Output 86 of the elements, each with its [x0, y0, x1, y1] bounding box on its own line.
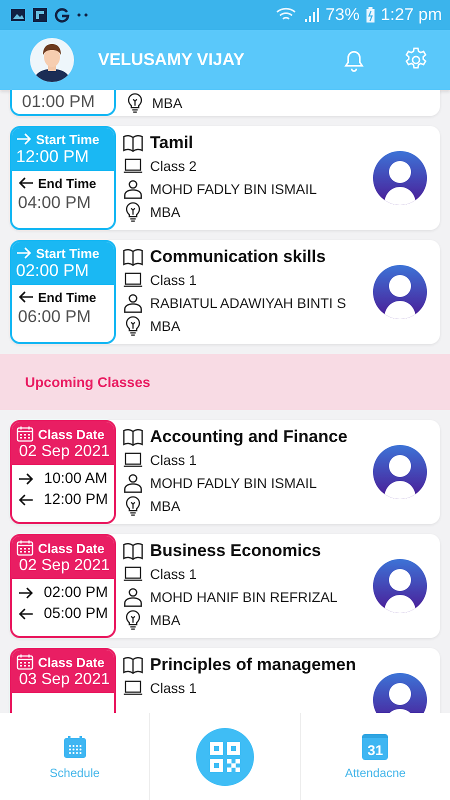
teacher-name: MOHD HANIF BIN REFRIZAL [150, 589, 338, 605]
class-name: Class 1 [150, 680, 197, 696]
flipboard-icon [32, 7, 48, 23]
calendar-icon [62, 734, 88, 760]
avatar-icon [372, 264, 428, 320]
avatar-icon [372, 150, 428, 206]
subject-title: Tamil [150, 133, 194, 153]
start-time: 12:00 PM [16, 147, 90, 167]
book-icon [122, 246, 144, 268]
section-title: Upcoming Classes [25, 374, 150, 390]
left-arrow-icon [18, 492, 34, 508]
start-time-label: Start Time [36, 246, 100, 260]
more-icon [76, 12, 90, 18]
program-name: MBA [150, 318, 180, 334]
person-icon [122, 292, 144, 314]
gallery-icon [10, 7, 26, 23]
program-name: MBA [150, 204, 180, 220]
program-name: MBA [150, 498, 180, 514]
class-card[interactable]: Start Time 02:00 PM End Time 06:00 PM Communication skills Class 1 RABIATUL ADAWIYAH BINTI S MBA [10, 240, 440, 344]
google-icon [54, 7, 70, 23]
class-card[interactable]: Class Date 02 Sep 2021 10:00 AM 12:00 PM Accounting and Finance Class 1 MOHD FADLY BIN ISMAIL MBA [10, 420, 440, 524]
end-time: 01:00 PM [22, 92, 96, 112]
class-date: 02 Sep 2021 [18, 557, 110, 575]
end-time: 12:00 PM [44, 491, 108, 508]
right-arrow-icon [18, 584, 34, 600]
class-name: Class 2 [150, 158, 197, 174]
class-card[interactable]: Class Date 02 Sep 2021 02:00 PM 05:00 PM Business Economics Class 1 MOHD HANIF BIN REFRIZAL MBA [10, 534, 440, 638]
class-card[interactable]: Class Date 03 Sep 2021 Principles of managemen Class 1 [10, 648, 440, 713]
right-arrow-icon [18, 470, 34, 486]
laptop-icon [122, 564, 144, 584]
person-icon [122, 586, 144, 608]
program-name: MBA [150, 612, 180, 628]
teacher-name: RABIATUL ADAWIYAH BINTI S [150, 295, 346, 311]
book-icon [122, 426, 144, 448]
class-name: Class 1 [150, 272, 197, 288]
avatar-icon [372, 444, 428, 500]
laptop-icon [122, 678, 144, 698]
start-time: 02:00 PM [16, 261, 90, 281]
class-name: Class 1 [150, 566, 197, 582]
subject-title: Principles of managemen [150, 655, 356, 675]
teacher-name: MOHD FADLY BIN ISMAIL [150, 475, 317, 491]
class-date: 03 Sep 2021 [18, 671, 110, 689]
end-time-label: End Time [38, 290, 96, 304]
subject-title: Communication skills [150, 247, 326, 267]
clock-time: 1:27 pm [380, 5, 442, 25]
start-time: 02:00 PM [44, 584, 108, 601]
left-arrow-icon [18, 606, 34, 622]
battery-icon [366, 7, 375, 23]
book-icon [122, 654, 144, 676]
start-time-label: Start Time [36, 132, 100, 146]
end-time-label: End Time [38, 176, 96, 190]
laptop-icon [122, 156, 144, 176]
start-time: 10:00 AM [44, 470, 108, 487]
laptop-icon [122, 450, 144, 470]
right-arrow-icon [16, 131, 32, 147]
class-card[interactable]: 01:00 PM MBA [10, 90, 440, 116]
teacher-name: MOHD FADLY BIN ISMAIL [150, 181, 317, 197]
date-label: Class Date [38, 540, 104, 556]
end-time: 04:00 PM [18, 193, 92, 213]
book-icon [122, 132, 144, 154]
user-name: VELUSAMY VIJAY [98, 50, 244, 70]
left-arrow-icon [18, 175, 34, 191]
date-label: Class Date [38, 426, 104, 442]
signal-icon [304, 7, 320, 23]
right-arrow-icon [16, 245, 32, 261]
left-arrow-icon [18, 289, 34, 305]
class-card[interactable]: Start Time 12:00 PM End Time 04:00 PM Tamil Class 2 MOHD FADLY BIN ISMAIL MBA [10, 126, 440, 230]
person-icon [122, 472, 144, 494]
avatar-icon [372, 558, 428, 614]
end-time: 05:00 PM [44, 605, 108, 622]
class-date: 02 Sep 2021 [18, 443, 110, 461]
calendar-icon [16, 425, 34, 443]
book-icon [122, 540, 144, 562]
subject-title: Business Economics [150, 541, 322, 561]
person-icon [122, 178, 144, 200]
laptop-icon [122, 270, 144, 290]
date-label: Class Date [38, 654, 104, 670]
user-avatar[interactable] [30, 38, 74, 82]
class-name: Class 1 [150, 452, 197, 468]
subject-title: Accounting and Finance [150, 427, 348, 447]
calendar-icon [16, 539, 34, 557]
calendar-icon [16, 653, 34, 671]
battery-percent: 73% [326, 5, 360, 25]
qr-code-icon [208, 740, 241, 772]
program-name: MBA [152, 95, 182, 111]
end-time: 06:00 PM [18, 307, 92, 327]
